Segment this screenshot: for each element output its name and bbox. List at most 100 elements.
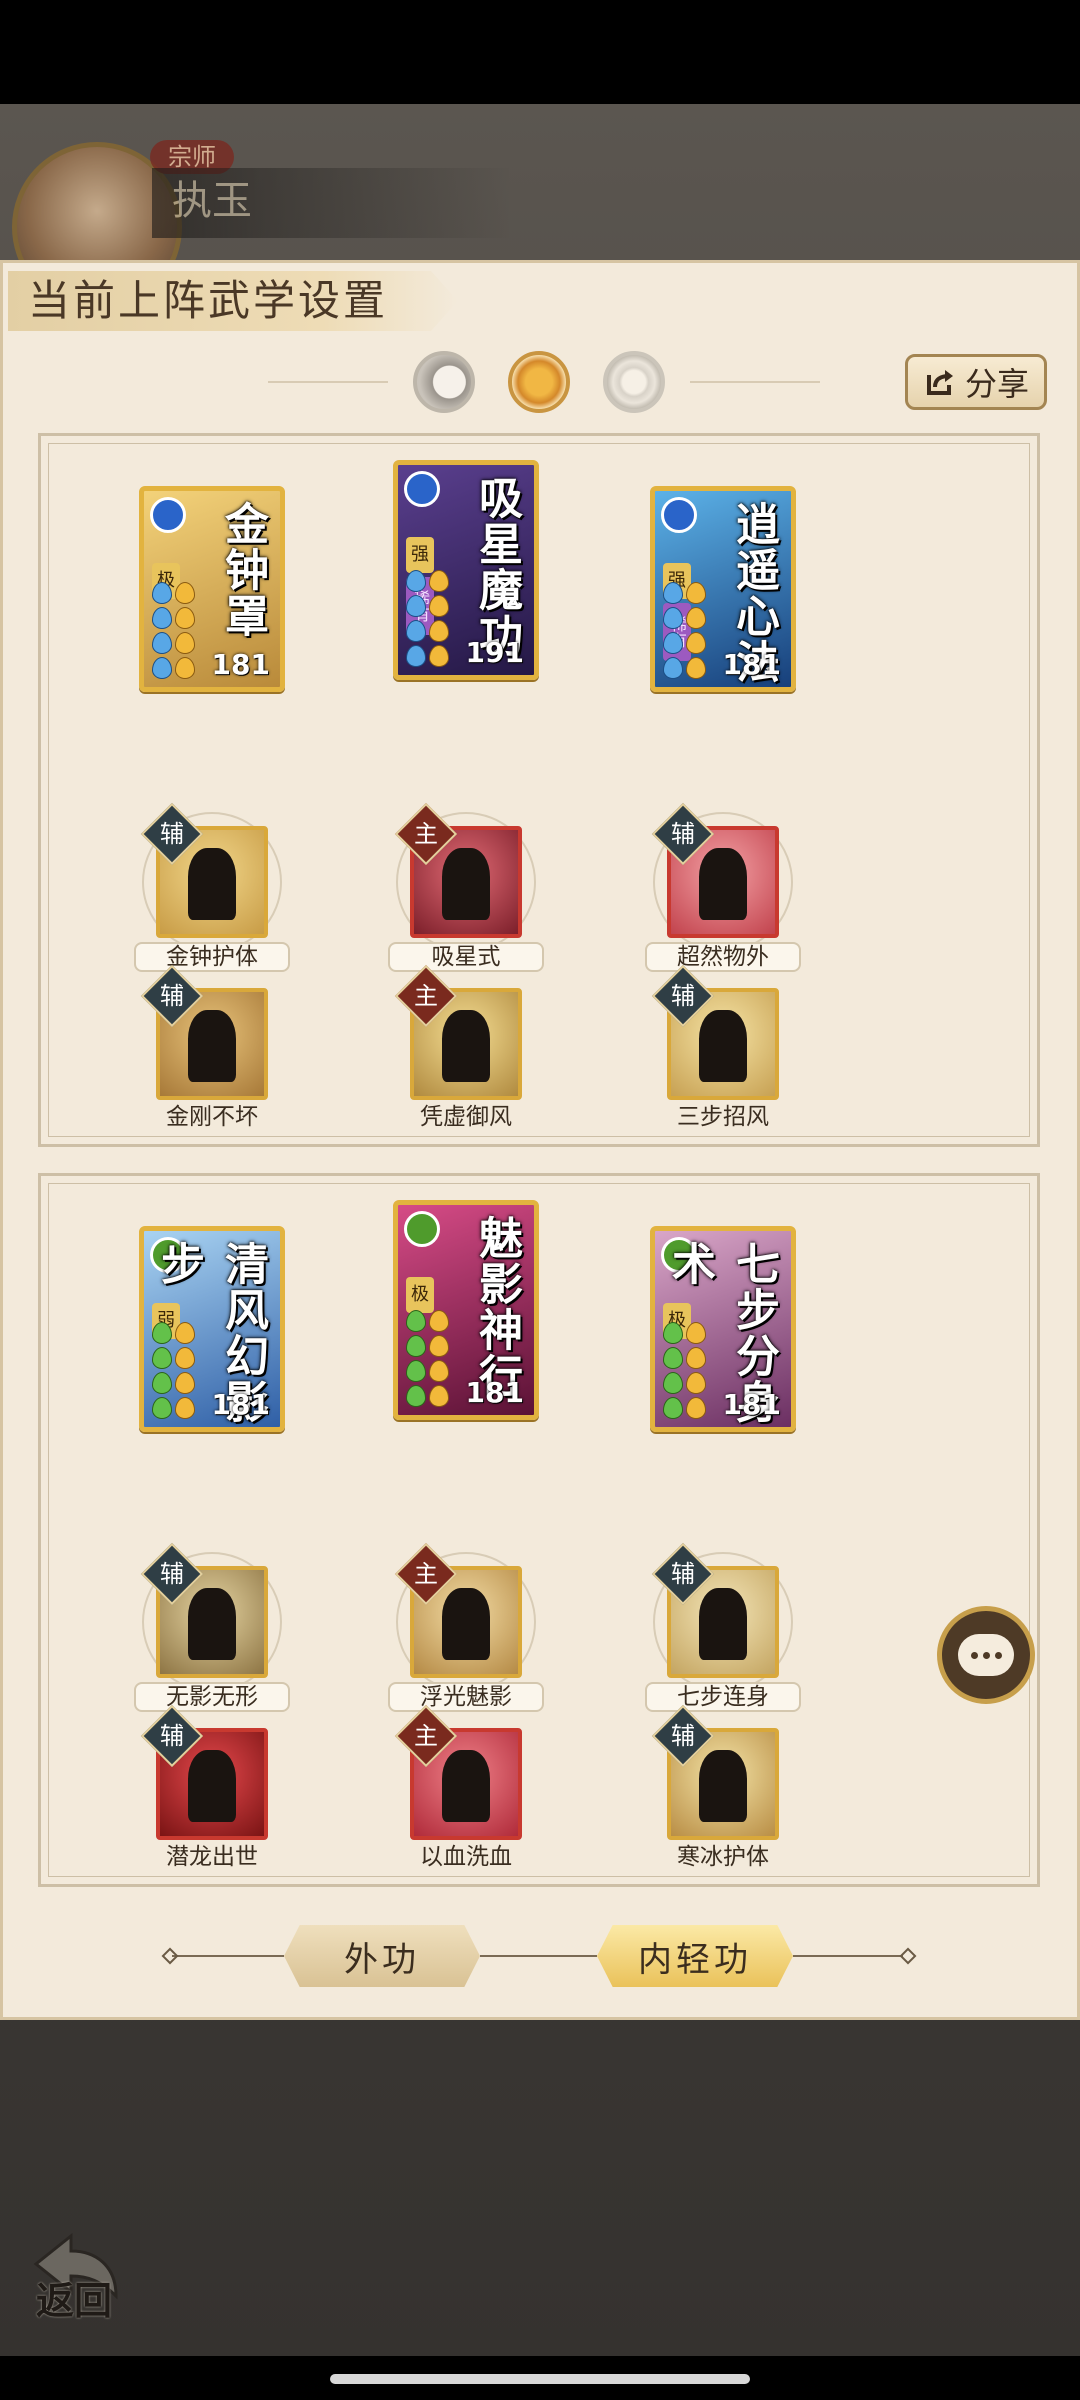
- energy-pip-icon: [175, 1347, 195, 1369]
- energy-pip-icon: [686, 1372, 706, 1394]
- skill-name: 魅影神行: [471, 1215, 522, 1399]
- energy-pip-icon: [663, 607, 683, 629]
- energy-pip-icon: [429, 620, 449, 642]
- moon-mode-icon[interactable]: [413, 351, 475, 413]
- energy-pip-icon: [152, 1372, 172, 1394]
- ring-mode-icon[interactable]: [603, 351, 665, 413]
- energy-pip-icon: [406, 620, 426, 642]
- figure-silhouette-icon: [442, 1010, 490, 1082]
- energy-pip-icon: [406, 1360, 426, 1382]
- energy-pip-icon: [175, 1397, 195, 1419]
- technique-tag-label: 辅: [160, 1722, 184, 1750]
- skill-card[interactable]: 极金钟罩 181: [139, 486, 285, 692]
- skill-type-icon: [404, 1211, 440, 1247]
- technique-name: 金刚不坏: [166, 1104, 258, 1130]
- technique-name: 超然物外: [645, 942, 801, 972]
- technique-name: 三步招风: [677, 1104, 769, 1130]
- technique-tag: 主: [394, 1542, 458, 1606]
- figure-silhouette-icon: [442, 1750, 490, 1822]
- energy-pip-icon: [686, 632, 706, 654]
- energy-pip-icon: [686, 657, 706, 679]
- page-title: 当前上阵武学设置: [28, 276, 389, 325]
- divider-right: [690, 381, 820, 383]
- energy-pip-icon: [429, 1310, 449, 1332]
- chat-button[interactable]: [937, 1606, 1035, 1704]
- energy-pip-icon: [152, 607, 172, 629]
- energy-pip-icon: [175, 1322, 195, 1344]
- energy-pips: [152, 1322, 200, 1419]
- skill-name: 吸星魔功: [471, 475, 522, 659]
- figure-silhouette-icon: [699, 848, 747, 920]
- energy-pip-icon: [152, 1322, 172, 1344]
- technique-name: 凭虚御风: [420, 1104, 512, 1130]
- tab-waigong[interactable]: 外功: [284, 1925, 480, 1987]
- share-label: 分享: [964, 365, 1029, 403]
- back-button[interactable]: 返回: [36, 2270, 112, 2325]
- energy-pip-icon: [429, 1335, 449, 1357]
- skill-type-icon: [661, 497, 697, 533]
- divider-left: [268, 381, 388, 383]
- skill-power: 181: [465, 1376, 524, 1409]
- energy-pip-icon: [152, 582, 172, 604]
- energy-pip-icon: [686, 607, 706, 629]
- figure-silhouette-icon: [442, 848, 490, 920]
- tab-line-middle: [480, 1955, 597, 1957]
- technique-tag-label: 辅: [671, 1560, 695, 1588]
- skill-card[interactable]: 弱清风幻影步 181: [139, 1226, 285, 1432]
- technique-tag: 辅: [651, 802, 715, 866]
- technique-name: 以血洗血: [420, 1844, 512, 1870]
- energy-pip-icon: [663, 657, 683, 679]
- energy-pip-icon: [406, 1310, 426, 1332]
- skill-card[interactable]: 强稀有 逍遥心法 181: [650, 486, 796, 692]
- energy-pip-icon: [175, 607, 195, 629]
- tab-line-left: [172, 1955, 284, 1957]
- technique-tag-label: 主: [414, 1722, 438, 1750]
- figure-silhouette-icon: [188, 1750, 236, 1822]
- skill-power: 181: [722, 1388, 781, 1421]
- energy-pip-icon: [663, 1397, 683, 1419]
- technique-tag-label: 辅: [671, 982, 695, 1010]
- technique-tag: 辅: [651, 1704, 715, 1768]
- sun-mode-icon[interactable]: [508, 351, 570, 413]
- energy-pip-icon: [152, 632, 172, 654]
- energy-pip-icon: [406, 570, 426, 592]
- energy-pips: [152, 582, 200, 679]
- energy-pip-icon: [175, 582, 195, 604]
- energy-pip-icon: [429, 595, 449, 617]
- energy-pip-icon: [175, 1372, 195, 1394]
- energy-pips: [663, 1322, 711, 1419]
- player-name: 执玉: [152, 168, 512, 238]
- share-button[interactable]: 分享: [905, 354, 1047, 410]
- energy-pip-icon: [152, 1397, 172, 1419]
- technique-tag: 辅: [140, 964, 204, 1028]
- energy-pip-icon: [663, 582, 683, 604]
- skill-card[interactable]: 极 魅影神行 181: [393, 1200, 539, 1420]
- technique-name: 无影无形: [134, 1682, 290, 1712]
- energy-pip-icon: [663, 1347, 683, 1369]
- figure-silhouette-icon: [188, 1010, 236, 1082]
- skill-type-icon: [150, 497, 186, 533]
- technique-name: 金钟护体: [134, 942, 290, 972]
- technique-name: 寒冰护体: [677, 1844, 769, 1870]
- skill-grade-badge: 强: [406, 537, 434, 573]
- skill-power: 181: [211, 1388, 270, 1421]
- energy-pip-icon: [429, 1360, 449, 1382]
- technique-tag: 主: [394, 802, 458, 866]
- figure-silhouette-icon: [699, 1588, 747, 1660]
- figure-silhouette-icon: [188, 1588, 236, 1660]
- tab-neiqinggong[interactable]: 内轻功: [597, 1925, 793, 1987]
- home-indicator[interactable]: [330, 2374, 750, 2384]
- energy-pip-icon: [429, 1385, 449, 1407]
- figure-silhouette-icon: [699, 1010, 747, 1082]
- energy-pip-icon: [406, 595, 426, 617]
- technique-tag: 主: [394, 1704, 458, 1768]
- skill-card[interactable]: 强稀有吸星魔功191: [393, 460, 539, 680]
- technique-tag: 辅: [140, 1542, 204, 1606]
- energy-pips: [406, 1310, 454, 1407]
- figure-silhouette-icon: [699, 1750, 747, 1822]
- energy-pip-icon: [429, 645, 449, 667]
- energy-pip-icon: [686, 1322, 706, 1344]
- skill-name: 金钟罩: [217, 501, 268, 639]
- skill-card[interactable]: 极七步分身术 181: [650, 1226, 796, 1432]
- technique-tag-label: 辅: [671, 1722, 695, 1750]
